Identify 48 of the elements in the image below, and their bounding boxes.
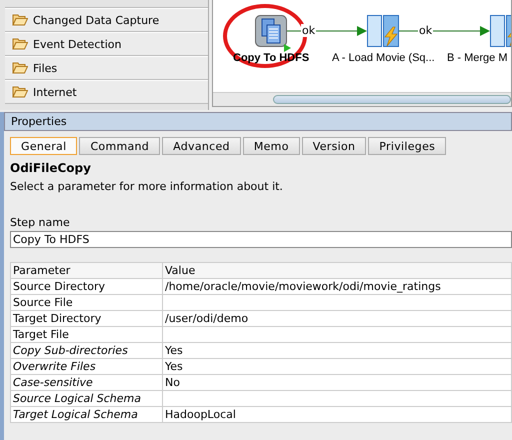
copy-files-icon[interactable] [255,15,287,47]
palette-item[interactable]: Files [5,56,208,80]
parameter-cell: Target File [10,326,162,342]
parameter-cell: Overwrite Files [10,358,162,374]
palette-item-label: Event Detection [33,38,122,50]
value-cell: No [162,374,512,390]
step-name-field[interactable]: Copy To HDFS [10,231,512,248]
folder-icon [12,62,28,74]
folder-icon [12,86,28,98]
value-cell: /home/oracle/movie/moviework/odi/movie_ratings [162,278,512,294]
column-header[interactable]: Value [162,262,512,278]
panel-title: Properties [11,115,67,128]
palette-item-label: Internet [33,86,77,98]
link-label: ok [301,24,316,37]
value-cell: HadoopLocal [162,406,512,422]
tab[interactable]: Advanced [162,137,241,155]
tab[interactable]: Privileges [368,137,446,155]
palette-item-label: Changed Data Capture [33,14,160,26]
value-cell: Yes [162,358,512,374]
tool-name: OdiFileCopy [10,161,92,175]
interface-lightning-icon[interactable] [367,15,399,47]
parameter-cell: Target Logical Schema [10,406,162,422]
folder-icon [12,14,28,26]
description: Select a parameter for more information about it. [10,180,284,193]
tab[interactable]: Memo [242,137,300,155]
parameter-cell: Target Directory [10,310,162,326]
link-label: ok [418,24,434,37]
parameter-cell: Source Directory [10,278,162,294]
field-label: Step name [10,216,71,229]
tab[interactable]: Version [302,137,366,155]
value-cell: /user/odi/demo [162,310,512,326]
palette-item[interactable]: Event Detection [5,32,208,56]
palette-item[interactable]: Changed Data Capture [5,8,208,32]
tab[interactable]: General [10,137,78,155]
parameter-cell: Case-sensitive [10,374,162,390]
parameter-cell: Source File [10,294,162,310]
parameter-cell: Source Logical Schema [10,390,162,406]
folder-icon [12,38,28,50]
palette-item-label: Files [33,62,58,74]
value-cell: Yes [162,342,512,358]
parameter-cell: Copy Sub-directories [10,342,162,358]
scrollbar[interactable] [213,92,511,106]
node-label: A - Load Movie (Sq... [332,52,435,64]
palette-item[interactable]: Internet [5,80,208,104]
start-marker-icon [284,44,291,52]
tab[interactable]: Command [79,137,160,155]
column-header[interactable]: Parameter [10,262,162,278]
node-label: B - Merge M [447,52,508,64]
